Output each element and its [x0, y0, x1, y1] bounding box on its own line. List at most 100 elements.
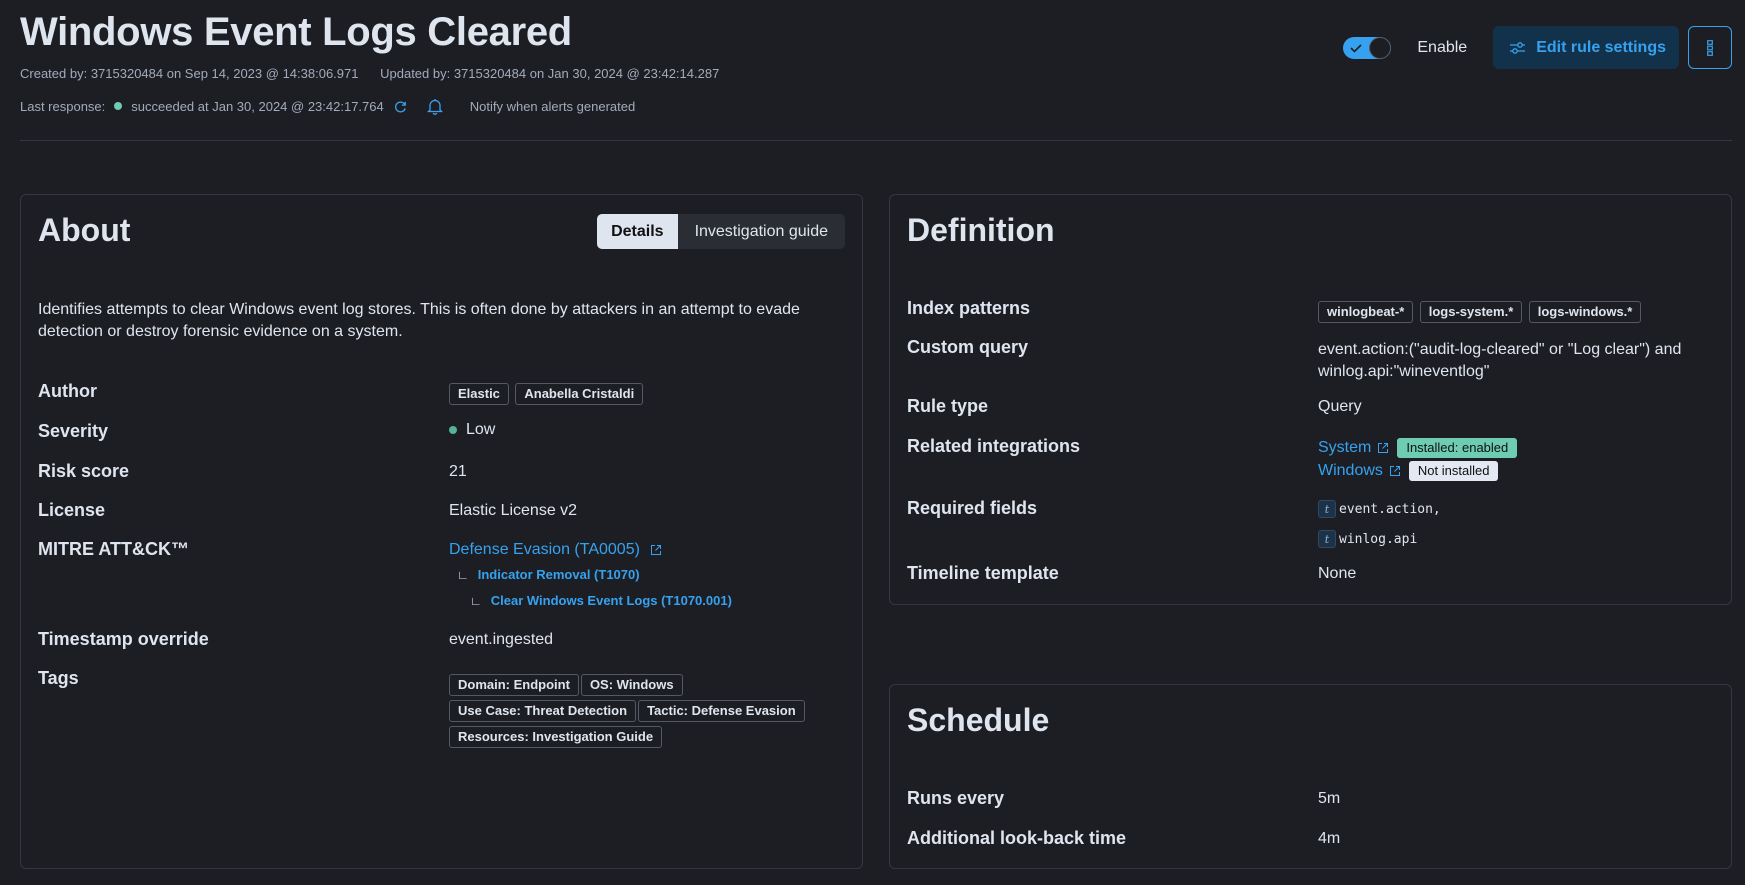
mitre-values: Defense Evasion (TA0005) ∟ Indicator Rem…	[449, 539, 845, 608]
status-dot-icon	[114, 102, 123, 110]
mitre-subtechnique-link[interactable]: Clear Windows Event Logs (T1070.001)	[491, 593, 732, 608]
more-actions-button[interactable]	[1688, 26, 1732, 69]
last-response-status: succeeded at Jan 30, 2024 @ 23:42:17.764	[131, 98, 384, 114]
index-patterns-values: winlogbeat-* logs-system.* logs-windows.…	[1318, 298, 1714, 327]
license-label: License	[38, 500, 106, 520]
integration-item: System Installed: enabled	[1318, 436, 1714, 459]
tag-badge: Use Case: Threat Detection	[449, 700, 637, 722]
tab-details[interactable]: Details	[597, 214, 678, 249]
mitre-row: MITRE ATT&CK™ Defense Evasion (TA0005) ∟…	[38, 539, 845, 608]
refresh-icon[interactable]	[392, 97, 410, 115]
tag-badge: Resources: Investigation Guide	[449, 726, 663, 748]
related-integrations-label: Related integrations	[907, 436, 1081, 456]
edit-rule-settings-label: Edit rule settings	[1536, 38, 1666, 56]
bell-icon[interactable]	[426, 97, 444, 115]
controls-icon	[1510, 41, 1526, 54]
tags-values: Domain: Endpoint OS: Windows Use Case: T…	[449, 668, 845, 752]
required-fields-row: Required fields t event.action, t winlog…	[907, 498, 1714, 559]
required-field-name: event.action,	[1339, 501, 1441, 517]
look-back-value: 4m	[1318, 830, 1341, 847]
severity-row: Severity Low	[38, 421, 845, 442]
tag-badge: Tactic: Defense Evasion	[638, 700, 805, 722]
risk-score-value: 21	[449, 463, 467, 480]
rule-meta: Created by: 3715320484 on Sep 14, 2023 @…	[20, 66, 719, 81]
last-response: Last response: succeeded at Jan 30, 2024…	[20, 97, 635, 115]
created-by: Created by: 3715320484 on Sep 14, 2023 @…	[20, 66, 359, 81]
runs-every-row: Runs every 5m	[907, 788, 1714, 809]
string-token-icon: t	[1318, 500, 1336, 518]
severity-value: Low	[449, 421, 845, 442]
index-patterns-row: Index patterns winlogbeat-* logs-system.…	[907, 298, 1714, 327]
tags-label: Tags	[38, 668, 79, 688]
risk-score-row: Risk score 21	[38, 461, 845, 482]
tab-investigation-guide[interactable]: Investigation guide	[678, 214, 845, 249]
required-field: t winlog.api	[1318, 529, 1714, 549]
custom-query-value: event.action:("audit-log-cleared" or "Lo…	[1318, 341, 1682, 380]
related-integrations-row: Related integrations System Installed: e…	[907, 436, 1714, 482]
external-link-icon	[1378, 442, 1389, 453]
severity-dot-icon	[449, 425, 457, 434]
timeline-template-row: Timeline template None	[907, 563, 1714, 584]
author-values: Elastic Anabella Cristaldi	[449, 381, 845, 409]
schedule-title: Schedule	[907, 702, 1050, 738]
license-value: Elastic License v2	[449, 502, 578, 519]
required-field: t event.action,	[1318, 499, 1714, 519]
about-tabs: Details Investigation guide	[597, 214, 845, 249]
timestamp-override-label: Timestamp override	[38, 629, 209, 649]
risk-score-label: Risk score	[38, 461, 130, 481]
toggle-knob	[1369, 36, 1392, 59]
author-badge: Anabella Cristaldi	[515, 383, 644, 405]
definition-title: Definition	[907, 212, 1055, 248]
external-link-icon	[651, 544, 662, 555]
index-pattern-badge: logs-system.*	[1419, 301, 1523, 323]
severity-text: Low	[466, 421, 496, 438]
author-row: Author Elastic Anabella Cristaldi	[38, 381, 845, 409]
edit-rule-settings-button[interactable]: Edit rule settings	[1493, 26, 1679, 69]
about-title: About	[38, 212, 131, 248]
tags-row: Tags Domain: Endpoint OS: Windows Use Ca…	[38, 668, 845, 752]
rule-actions: Enable Edit rule settings	[1343, 26, 1732, 69]
author-badge: Elastic	[449, 383, 509, 405]
license-row: License Elastic License v2	[38, 500, 845, 521]
page-title: Windows Event Logs Cleared	[20, 10, 572, 54]
runs-every-label: Runs every	[907, 788, 1005, 808]
author-label: Author	[38, 381, 97, 401]
look-back-row: Additional look-back time 4m	[907, 828, 1714, 849]
tag-badge: Domain: Endpoint	[449, 674, 579, 696]
integration-status-badge: Not installed	[1408, 460, 1499, 481]
integration-status-badge: Installed: enabled	[1397, 437, 1518, 458]
mitre-technique-link[interactable]: Indicator Removal (T1070)	[478, 567, 640, 582]
related-integrations-values: System Installed: enabled Windows Not in…	[1318, 436, 1714, 482]
integration-link-windows[interactable]: Windows	[1318, 462, 1383, 480]
enable-label: Enable	[1417, 38, 1468, 56]
mitre-label: MITRE ATT&CK™	[38, 539, 189, 559]
notify-text: Notify when alerts generated	[469, 98, 636, 114]
updated-by: Updated by: 3715320484 on Jan 30, 2024 @…	[380, 66, 720, 81]
header-divider	[20, 140, 1732, 141]
schedule-panel: Schedule Runs every 5m Additional look-b…	[889, 684, 1732, 869]
timeline-template-label: Timeline template	[907, 563, 1059, 583]
tree-corner-icon: ∟	[457, 567, 469, 582]
tag-badge: OS: Windows	[580, 674, 683, 696]
check-icon	[1350, 43, 1362, 53]
custom-query-label: Custom query	[907, 337, 1029, 357]
definition-panel: Definition Index patterns winlogbeat-* l…	[889, 194, 1732, 605]
string-token-icon: t	[1318, 530, 1336, 548]
integration-link-system[interactable]: System	[1318, 439, 1371, 457]
about-panel: About Details Investigation guide Identi…	[20, 194, 863, 869]
mitre-tactic-link[interactable]: Defense Evasion (TA0005)	[449, 541, 640, 558]
tree-corner-icon: ∟	[470, 593, 482, 608]
rule-description: Identifies attempts to clear Windows eve…	[38, 301, 800, 340]
required-fields-values: t event.action, t winlog.api	[1318, 498, 1714, 559]
custom-query-row: Custom query event.action:("audit-log-cl…	[907, 337, 1714, 383]
timestamp-override-row: Timestamp override event.ingested	[38, 629, 845, 650]
index-patterns-label: Index patterns	[907, 298, 1031, 318]
rule-type-label: Rule type	[907, 396, 989, 416]
look-back-label: Additional look-back time	[907, 828, 1127, 848]
timeline-template-value: None	[1318, 565, 1357, 582]
rule-type-value: Query	[1318, 398, 1362, 415]
timestamp-override-value: event.ingested	[449, 631, 554, 648]
index-pattern-badge: winlogbeat-*	[1318, 301, 1414, 323]
runs-every-value: 5m	[1318, 790, 1341, 807]
enable-toggle[interactable]	[1343, 36, 1392, 59]
